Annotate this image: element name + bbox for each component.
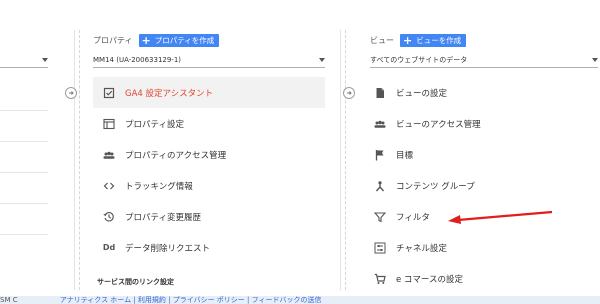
plus-icon: +	[141, 34, 151, 47]
column-divider-right	[340, 30, 341, 290]
account-menu-divider	[0, 110, 48, 111]
menu-item-label: プロパティ設定	[125, 119, 184, 130]
footer-links[interactable]: アナリティクス ホーム | 利用規約 | プライバシー ポリシー | フィードバ…	[60, 296, 322, 304]
menu-item-label: プロパティのアクセス管理	[125, 150, 227, 161]
document-icon	[374, 87, 386, 99]
footer-prefix: SM C	[0, 296, 18, 304]
create-property-label: プロパティを作成	[154, 36, 215, 45]
channel-settings-icon	[374, 242, 386, 254]
menu-item-label: 目標	[396, 150, 414, 161]
property-heading: プロパティ	[93, 36, 133, 45]
annotation-arrow-icon	[448, 210, 553, 224]
chevron-down-icon	[592, 58, 598, 62]
checklist-icon	[103, 87, 115, 99]
view-selector[interactable]: すべてのウェブサイトのデータ	[370, 53, 598, 68]
people-icon	[374, 118, 386, 130]
footer: SM C アナリティクス ホーム | 利用規約 | プライバシー ポリシー | …	[0, 296, 600, 304]
account-menu-divider	[0, 172, 48, 173]
property-item-access-management[interactable]: プロパティのアクセス管理	[93, 139, 325, 170]
people-icon	[103, 149, 115, 161]
property-item-ga4-setup-assistant[interactable]: GA4 設定アシスタント	[93, 77, 325, 108]
content-group-icon	[374, 180, 386, 192]
property-item-change-history[interactable]: プロパティ変更履歴	[93, 201, 325, 232]
account-menu-divider	[0, 141, 48, 142]
view-heading: ビュー	[370, 36, 394, 45]
filter-icon	[374, 211, 386, 223]
property-selected-value: MM14 (UA-200633129-1)	[93, 56, 182, 64]
menu-item-label: トラッキング情報	[125, 181, 193, 192]
column-expand-arrow-icon[interactable]	[343, 87, 355, 99]
property-header: プロパティ + プロパティを作成	[93, 34, 220, 47]
menu-item-label: GA4 設定アシスタント	[125, 88, 214, 99]
plus-icon: +	[403, 34, 413, 47]
view-header: ビュー + ビューを作成	[370, 34, 467, 47]
code-icon	[103, 180, 115, 192]
view-item-goals[interactable]: 目標	[364, 139, 598, 170]
view-item-access-management[interactable]: ビューのアクセス管理	[364, 108, 598, 139]
account-menu-divider	[0, 203, 48, 204]
chevron-down-icon	[319, 58, 325, 62]
view-item-view-settings[interactable]: ビューの設定	[364, 77, 598, 108]
column-divider-left	[74, 30, 75, 290]
view-item-channel-settings[interactable]: チャネル設定	[364, 232, 598, 263]
dd-icon: Dd	[102, 243, 116, 252]
view-item-ecommerce-settings[interactable]: e コマースの設定	[364, 263, 598, 294]
window-icon	[103, 118, 115, 130]
menu-item-label: フィルタ	[396, 212, 430, 223]
create-property-button[interactable]: + プロパティを作成	[138, 34, 220, 47]
cart-icon	[374, 273, 386, 285]
column-expand-arrow-icon[interactable]	[65, 87, 77, 99]
create-view-button[interactable]: + ビューを作成	[400, 34, 467, 47]
menu-item-label: コンテンツ グループ	[396, 181, 475, 192]
account-menu-divider	[0, 234, 48, 235]
create-view-label: ビューを作成	[416, 36, 462, 45]
view-menu: ビューの設定 ビューのアクセス管理 目標 コンテンツ グループ フィルタ チャネ…	[364, 77, 598, 294]
history-icon	[103, 211, 115, 223]
account-selector[interactable]	[0, 53, 48, 68]
menu-item-label: チャネル設定	[396, 243, 447, 254]
column-divider-left-dashed	[79, 30, 80, 290]
view-selected-value: すべてのウェブサイトのデータ	[370, 56, 468, 64]
view-item-content-groups[interactable]: コンテンツ グループ	[364, 170, 598, 201]
flag-icon	[374, 149, 386, 161]
property-item-property-settings[interactable]: プロパティ設定	[93, 108, 325, 139]
section-title-service-links: サービス間のリンク設定	[97, 278, 174, 286]
menu-item-label: ビューの設定	[396, 88, 448, 99]
column-divider-right-dashed	[345, 30, 346, 290]
property-menu: GA4 設定アシスタント プロパティ設定 プロパティのアクセス管理 トラッキング…	[93, 77, 325, 263]
menu-item-label: e コマースの設定	[396, 274, 464, 285]
menu-item-label: データ削除リクエスト	[125, 243, 211, 254]
menu-item-label: プロパティ変更履歴	[125, 212, 201, 223]
property-item-tracking-info[interactable]: トラッキング情報	[93, 170, 325, 201]
menu-item-label: ビューのアクセス管理	[396, 119, 481, 130]
property-item-data-deletion[interactable]: Dd データ削除リクエスト	[93, 232, 325, 263]
chevron-down-icon	[42, 58, 48, 62]
property-selector[interactable]: MM14 (UA-200633129-1)	[93, 53, 325, 68]
